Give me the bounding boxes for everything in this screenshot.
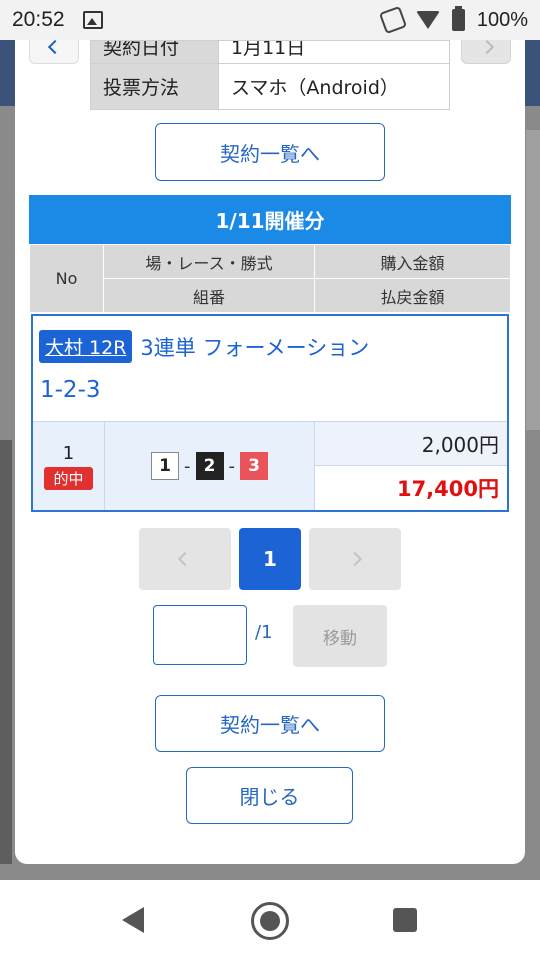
- next-contract-button[interactable]: [461, 40, 511, 64]
- wifi-icon: [415, 11, 440, 29]
- record-detail-row: 1 的中 1 - 2 - 3 2,000円 17,400円: [33, 421, 507, 510]
- venue-race-link[interactable]: 大村 12R: [39, 330, 133, 363]
- battery-percent: 100%: [476, 8, 528, 31]
- status-icons: 100%: [378, 5, 528, 35]
- pager-prev-button[interactable]: [139, 528, 231, 590]
- hit-badge: 的中: [44, 466, 93, 490]
- record-header-table: No 場・レース・勝式 購入金額 組番 払戻金額: [29, 244, 511, 313]
- contract-list-button-bottom[interactable]: 契約一覧へ: [155, 695, 385, 752]
- status-bar: 20:52 100%: [0, 0, 540, 40]
- back-icon[interactable]: [122, 907, 144, 933]
- background-strip: [0, 440, 12, 870]
- status-time: 20:52: [12, 8, 65, 31]
- col-no: No: [29, 244, 104, 313]
- chevron-right-icon: [479, 40, 495, 55]
- contract-detail-modal: 契約日付 1月11日 投票方法 スマホ（Android） 契約一覧へ 1/11開…: [15, 40, 525, 864]
- battery-icon: [451, 6, 465, 31]
- contract-date-value: 1月11日: [218, 40, 450, 64]
- recent-apps-icon[interactable]: [393, 908, 417, 932]
- page-number-input[interactable]: [153, 605, 247, 665]
- bet-type: 3連単 フォーメーション: [140, 335, 370, 360]
- page-total: /1: [255, 622, 273, 643]
- bet-record: 大村 12R 3連単 フォーメーション 1-2-3 1 的中 1 - 2 - 3: [31, 314, 509, 512]
- contract-list-button-top[interactable]: 契約一覧へ: [155, 123, 385, 181]
- chevron-left-icon: [47, 40, 63, 55]
- lane-combination: 1 - 2 - 3: [105, 422, 315, 510]
- pager-current-page[interactable]: 1: [239, 528, 301, 590]
- lane-3: 3: [240, 452, 268, 480]
- pager-next-button[interactable]: [309, 528, 401, 590]
- record-no: 1: [62, 442, 75, 464]
- col-payout-amount: 払戻金額: [314, 278, 511, 313]
- system-nav-bar: [0, 880, 540, 960]
- col-venue-race-type: 場・レース・勝式: [103, 244, 315, 279]
- lane-separator: -: [184, 455, 191, 477]
- payout-amount: 17,400円: [315, 466, 507, 510]
- chevron-left-icon: [177, 551, 193, 567]
- session-header: 1/11開催分: [29, 195, 511, 244]
- close-button[interactable]: 閉じる: [186, 767, 353, 824]
- background-scrollbar: [526, 130, 540, 430]
- col-combination: 組番: [103, 278, 315, 313]
- background-bottom: [0, 864, 540, 880]
- vote-method-label: 投票方法: [90, 63, 219, 110]
- prev-contract-button[interactable]: [29, 40, 79, 64]
- col-purchase-amount: 購入金額: [314, 244, 511, 279]
- home-icon[interactable]: [251, 902, 289, 940]
- move-button[interactable]: 移動: [293, 605, 387, 667]
- contract-date-label: 契約日付: [90, 40, 219, 64]
- lane-1: 1: [151, 452, 179, 480]
- combination-text: 1-2-3: [40, 377, 101, 403]
- lane-separator: -: [228, 455, 236, 477]
- gallery-notification-icon: [82, 11, 103, 29]
- chevron-right-icon: [347, 551, 363, 567]
- contract-info-table: 契約日付 1月11日 投票方法 スマホ（Android）: [90, 40, 450, 110]
- vote-method-value: スマホ（Android）: [218, 63, 450, 110]
- lane-2: 2: [195, 452, 224, 480]
- nfc-icon: [378, 5, 407, 35]
- purchase-amount: 2,000円: [315, 422, 507, 466]
